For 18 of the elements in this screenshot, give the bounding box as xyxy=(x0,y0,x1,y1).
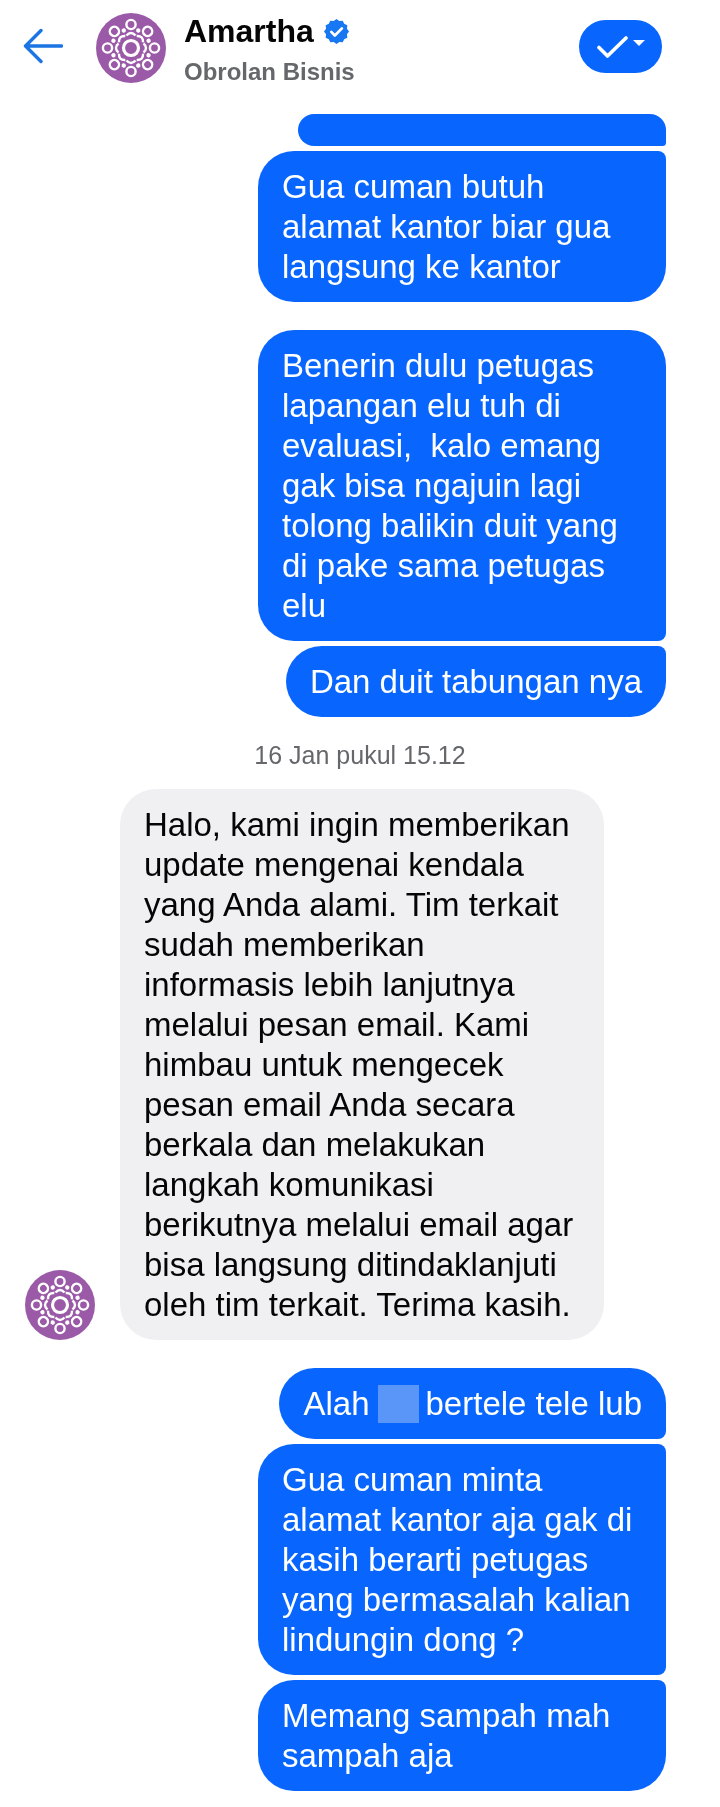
message-text: bertele tele lub xyxy=(425,1384,642,1424)
message-bubble: Gua cuman minta alamat kantor aja gak di kasih berarti petugas yang bermasalah kalian lindungin dong ? xyxy=(258,1444,666,1675)
contact-name: Amartha xyxy=(184,12,314,51)
back-icon[interactable] xyxy=(23,28,63,64)
chat-type-label: Obrolan Bisnis xyxy=(184,57,355,87)
message-bubble: Benerin dulu petugas lapangan elu tuh di evaluasi, kalo emang gak bisa ngajuin lagi tolong balikin duit yang di pake sama petugas elu xyxy=(258,330,666,641)
message-bubble: Halo, kami ingin memberikan update mengenai kendala yang Anda alami. Tim terkait sudah memberikan informasis lebih lanjutnya melalui pesan email. Kami himbau untuk mengecek pesan email Anda secara berkala dan melakukan langkah komunikasi berikutnya melalui email agar bisa langsung ditindaklanjuti oleh tim terkait. Terima kasih. xyxy=(120,789,604,1340)
message-bubble: Dan duit tabungan nya xyxy=(285,646,666,717)
censor-block xyxy=(377,1385,419,1423)
caret-down-icon xyxy=(632,39,645,46)
message-bubble: Gua cuman butuh alamat kantor biar gua langsung ke kantor xyxy=(258,151,666,302)
message-bubble: Memang sampah mah sampah aja xyxy=(258,1680,666,1791)
timestamp: 16 Jan pukul 15.12 xyxy=(254,740,466,770)
avatar-icon xyxy=(96,13,166,83)
message-text: Alah xyxy=(303,1384,370,1424)
avatar-icon xyxy=(25,1270,95,1340)
check-menu-button[interactable] xyxy=(579,20,662,73)
check-icon xyxy=(596,35,628,58)
